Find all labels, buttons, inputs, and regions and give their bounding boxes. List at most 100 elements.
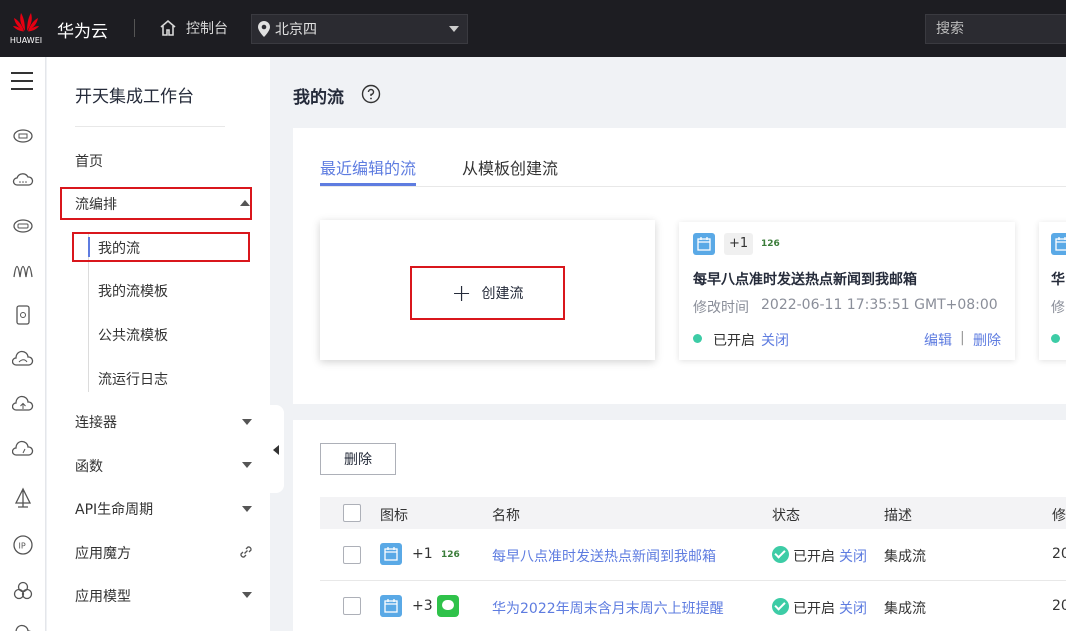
menu-icon[interactable] [11,72,33,90]
calendar-icon [380,543,402,565]
create-flow-label: 创建流 [481,286,524,302]
brand-name[interactable]: 华为云 [57,17,108,42]
edit-flow-link[interactable]: 编辑 [924,330,952,350]
cluster-icon[interactable] [12,580,34,602]
column-header-status[interactable]: 状态 [772,505,800,525]
huawei-logo[interactable]: HUAWEI [9,8,43,48]
console-link[interactable]: 控制台 [158,17,228,39]
link-icon [240,546,252,558]
sail-icon[interactable] [12,487,34,509]
row-checkbox[interactable] [343,546,361,564]
tab-from-template[interactable]: 从模板创建流 [462,155,558,179]
chevron-down-icon [242,592,252,598]
page-title: 我的流 [293,88,344,108]
flow-name-link[interactable]: 华为2022年周末含月末周六上班提醒 [492,598,724,618]
column-header-icon: 图标 [380,508,408,524]
modified-time-value: 2022-06-11 17:35:51 GMT+08:00 [761,297,998,313]
region-value: 北京四 [275,22,317,38]
database-icon[interactable] [12,214,34,236]
row-status: 已开启 [793,601,835,617]
mail-126-icon: 126 [441,550,460,560]
column-header-name[interactable]: 名称 [492,505,520,525]
create-flow-button[interactable]: + 创建流 [410,266,565,320]
plus-icon: + [451,279,472,307]
wave-icon[interactable] [12,259,34,281]
nav-item-functions[interactable]: 函数 [75,456,103,476]
search-input[interactable]: 搜索 [925,14,1066,44]
ip-icon[interactable]: IP [12,534,34,556]
help-icon[interactable] [361,84,381,104]
connector-count-badge: +1 [724,233,754,255]
nav-divider [75,126,225,127]
check-circle-icon [772,598,789,615]
topbar-divider [134,19,135,37]
flow-name-link[interactable]: 每早八点准时发送热点新闻到我邮箱 [492,546,716,566]
service-icon-rail: IP [0,57,46,631]
nav-item-api-lifecycle[interactable]: API生命周期 [75,499,153,519]
nav-item-home[interactable]: 首页 [75,151,103,171]
logo-text: HUAWEI [9,36,43,45]
row-modified: 20 [1052,546,1066,562]
cloud-server-icon[interactable] [12,124,34,146]
home-icon [160,19,176,36]
calendar-icon [693,233,715,255]
connector-count: +1 [412,546,433,562]
chat-message-icon [437,595,459,617]
top-bar: HUAWEI 华为云 控制台 北京四 搜索 [0,0,1066,57]
tabs-baseline [320,186,1066,187]
location-pin-icon [258,21,270,37]
svg-text:IP: IP [19,542,26,551]
nav-item-app-magic[interactable]: 应用魔方 [75,543,131,563]
connector-count: +3 [412,598,433,614]
cloud-link-icon[interactable] [12,349,34,371]
nav-item-connector[interactable]: 连接器 [75,412,117,432]
delete-flow-link[interactable]: 删除 [973,330,1001,350]
row-close-link[interactable]: 关闭 [839,546,867,566]
delete-button[interactable]: 删除 [320,443,396,475]
mail-126-icon: 126 [761,239,780,249]
select-all-checkbox[interactable] [343,504,361,522]
tab-recent-flows[interactable]: 最近编辑的流 [320,155,416,179]
nav-item-my-flow-templates[interactable]: 我的流模板 [98,281,168,301]
modified-time-label: 修改时间 [693,300,749,316]
flow-card-title[interactable]: 每早八点准时发送热点新闻到我邮箱 [693,269,917,289]
row-modified: 20 [1052,598,1066,614]
nav-item-run-logs[interactable]: 流运行日志 [98,369,168,389]
huawei-flower-icon [13,13,39,32]
flow-status: 已开启 [713,333,755,349]
row-checkbox[interactable] [343,597,361,615]
collapse-nav-handle[interactable] [270,405,284,493]
check-circle-icon [772,546,789,563]
cloud-partial-icon[interactable] [12,623,34,631]
highlight-box-my-flows [72,232,250,262]
table-header [320,497,1066,529]
console-label: 控制台 [186,21,228,37]
row-close-link[interactable]: 关闭 [839,598,867,618]
modified-time-partial: 修 [1051,300,1065,316]
nav-title: 开天集成工作台 [75,87,194,107]
row-description: 集成流 [884,549,926,565]
status-dot [1051,334,1060,343]
chevron-down-icon [242,506,252,512]
cloud-speed-icon[interactable] [12,439,34,461]
side-nav: 开天集成工作台 首页 流编排 我的流 我的流模板 公共流模板 流运行日志 连接器… [47,57,270,631]
cloud-upload-icon[interactable] [12,394,34,416]
status-dot [693,334,702,343]
chevron-down-icon [242,419,252,425]
calendar-icon [1051,233,1066,255]
collapse-arrow-icon [273,445,279,455]
highlight-box-flow-orchestration [60,187,252,220]
nav-item-public-templates[interactable]: 公共流模板 [98,325,168,345]
nav-item-app-model[interactable]: 应用模型 [75,586,131,606]
action-separator: | [960,330,965,346]
close-flow-link[interactable]: 关闭 [761,330,789,350]
device-icon[interactable] [12,304,34,326]
row-description: 集成流 [884,601,926,617]
chevron-down-icon [449,26,459,32]
active-tab-indicator [320,183,416,186]
chevron-down-icon [242,462,252,468]
cloud-icon[interactable] [12,169,34,191]
region-select[interactable]: 北京四 [251,14,468,44]
row-status: 已开启 [793,549,835,565]
flow-card-partial[interactable]: 华 修 [1039,222,1066,360]
